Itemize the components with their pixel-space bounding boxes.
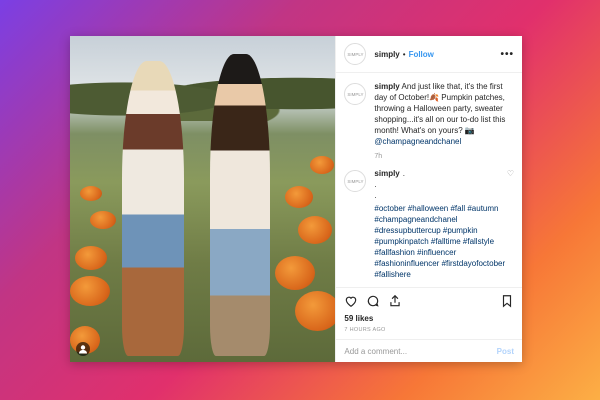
pumpkin <box>310 156 334 174</box>
likes-count[interactable]: 59 likes <box>336 314 522 323</box>
avatar[interactable]: SIMPLY <box>344 170 367 192</box>
caption-text: simply And just like that, it's the firs… <box>374 81 514 147</box>
separator-dot: • <box>402 49 406 59</box>
comment-dot: . <box>374 180 377 189</box>
pumpkin <box>298 216 332 244</box>
pumpkin <box>295 291 336 331</box>
avatar[interactable]: SIMPLY <box>344 83 367 105</box>
post-sidebar: SIMPLY simply • Follow ••• SIMPLY simply… <box>335 36 522 362</box>
heart-icon[interactable] <box>344 294 358 308</box>
post-button[interactable]: Post <box>497 347 514 356</box>
action-bar <box>336 287 522 314</box>
post-header: SIMPLY simply • Follow ••• <box>336 36 522 73</box>
pumpkin <box>90 211 116 229</box>
more-options-icon[interactable]: ••• <box>500 49 514 60</box>
username-link[interactable]: simply <box>374 50 399 59</box>
share-icon[interactable] <box>388 294 402 308</box>
post-photo[interactable] <box>70 36 336 362</box>
mention-link[interactable]: @champagneandchanel <box>374 137 461 146</box>
add-comment-bar: Add a comment... Post <box>336 340 522 362</box>
pumpkin <box>275 256 315 290</box>
post-time[interactable]: 7 HOURS AGO <box>336 323 522 340</box>
add-comment-input[interactable]: Add a comment... <box>344 347 407 356</box>
avatar[interactable]: SIMPLY <box>344 43 367 65</box>
comment-username[interactable]: simply <box>374 168 399 179</box>
pumpkin <box>285 186 313 208</box>
comments-section: SIMPLY simply And just like that, it's t… <box>336 73 522 287</box>
photo-trees <box>70 66 336 121</box>
comment-dot: . <box>402 169 405 178</box>
bookmark-icon[interactable] <box>500 294 514 308</box>
pumpkin <box>75 246 107 270</box>
pumpkin <box>70 276 110 306</box>
caption-username[interactable]: simply <box>374 82 399 91</box>
caption: SIMPLY simply And just like that, it's t… <box>344 81 514 162</box>
comment: SIMPLY simply . ♡ . . #october #hallowee… <box>344 168 514 280</box>
pumpkin <box>80 186 102 201</box>
user-icon[interactable] <box>76 342 90 356</box>
comment-icon[interactable] <box>366 294 380 308</box>
follow-button[interactable]: Follow <box>409 50 434 59</box>
comment-dot: . <box>374 191 377 200</box>
instagram-post-card: SIMPLY simply • Follow ••• SIMPLY simply… <box>70 36 522 362</box>
hashtags[interactable]: #october #halloween #fall #autumn #champ… <box>374 203 514 280</box>
caption-time[interactable]: 7h <box>374 151 514 162</box>
heart-icon[interactable]: ♡ <box>507 168 514 179</box>
woman-left <box>122 61 184 356</box>
woman-right <box>210 54 270 356</box>
